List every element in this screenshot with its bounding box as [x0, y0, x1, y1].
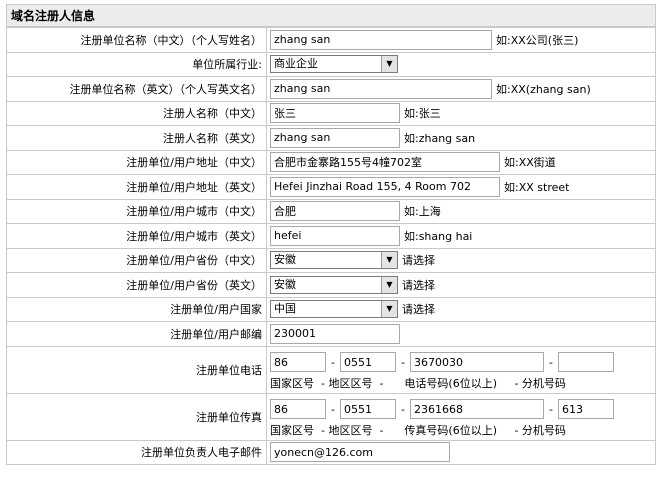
row-addr-cn: 注册单位/用户地址（中文） 如:XX街道: [6, 149, 656, 175]
phone-country-input[interactable]: [270, 352, 326, 372]
label-addr-en: 注册单位/用户地址（英文）: [6, 174, 267, 200]
row-country: 注册单位/用户国家 中国 ▼ 请选择: [6, 296, 656, 322]
prov-cn-select[interactable]: 安徽 ▼: [270, 251, 398, 270]
fax-country-input[interactable]: [270, 399, 326, 419]
row-city-cn: 注册单位/用户城市（中文） 如:上海: [6, 198, 656, 224]
hint-city-en: 如:shang hai: [404, 229, 473, 243]
label-org-cn: 注册单位名称（中文）（个人写姓名）: [6, 27, 267, 53]
hint-name-cn: 如:张三: [404, 107, 441, 121]
name-en-input[interactable]: [270, 127, 400, 148]
fax-ext-input[interactable]: [557, 399, 614, 419]
label-industry: 单位所属行业:: [6, 51, 267, 77]
label-city-en: 注册单位/用户城市（英文）: [6, 223, 267, 249]
prov-en-selected: 安徽: [274, 277, 296, 291]
row-industry: 单位所属行业: 商业企业 ▼: [6, 51, 656, 77]
registrant-form: 域名注册人信息 注册单位名称（中文）（个人写姓名） 如:XX公司(张三) 单位所…: [6, 4, 656, 465]
label-name-cn: 注册人名称（中文）: [6, 100, 267, 126]
name-cn-input[interactable]: [270, 103, 400, 124]
fax-area-input[interactable]: [339, 399, 396, 419]
prov-cn-selected: 安徽: [274, 253, 296, 267]
label-email: 注册单位负责人电子邮件: [6, 439, 267, 465]
zip-input[interactable]: [270, 323, 400, 344]
label-prov-cn: 注册单位/用户省份（中文）: [6, 247, 267, 273]
chevron-down-icon: ▼: [381, 301, 397, 318]
row-city-en: 注册单位/用户城市（英文） 如:shang hai: [6, 223, 656, 249]
section-title: 域名注册人信息: [6, 4, 656, 27]
row-fax: 注册单位传真 - - - 国家区号 - 地区区号 - 传真号码(6位以上) - …: [6, 392, 656, 441]
phone-area-input[interactable]: [339, 352, 396, 372]
label-zip: 注册单位/用户邮编: [6, 321, 267, 347]
city-cn-input[interactable]: [270, 201, 400, 222]
row-org-en: 注册单位名称（英文）（个人写英文名） 如:XX(zhang san): [6, 76, 656, 102]
industry-selected: 商业企业: [274, 57, 318, 71]
row-prov-cn: 注册单位/用户省份（中文） 安徽 ▼ 请选择: [6, 247, 656, 273]
label-org-en: 注册单位名称（英文）（个人写英文名）: [6, 76, 267, 102]
phone-captions: 国家区号 - 地区区号 - 电话号码(6位以上) - 分机号码: [270, 377, 566, 390]
email-input[interactable]: [270, 442, 450, 463]
registrant-table: 注册单位名称（中文）（个人写姓名） 如:XX公司(张三) 单位所属行业: 商业企…: [6, 27, 656, 465]
addr-cn-input[interactable]: [270, 152, 500, 173]
country-selected: 中国: [274, 302, 296, 316]
row-name-en: 注册人名称（英文） 如:zhang san: [6, 125, 656, 151]
label-name-en: 注册人名称（英文）: [6, 125, 267, 151]
label-city-cn: 注册单位/用户城市（中文）: [6, 198, 267, 224]
hint-addr-en: 如:XX street: [504, 180, 570, 194]
row-name-cn: 注册人名称（中文） 如:张三: [6, 100, 656, 126]
phone-number-input[interactable]: [409, 352, 544, 372]
phone-ext-input[interactable]: [557, 352, 614, 372]
org-en-input[interactable]: [270, 78, 492, 99]
country-select[interactable]: 中国 ▼: [270, 300, 398, 319]
chevron-down-icon: ▼: [381, 276, 397, 293]
city-en-input[interactable]: [270, 225, 400, 246]
row-org-cn: 注册单位名称（中文）（个人写姓名） 如:XX公司(张三): [6, 27, 656, 53]
industry-select[interactable]: 商业企业 ▼: [270, 55, 398, 74]
hint-name-en: 如:zhang san: [404, 131, 476, 145]
label-fax: 注册单位传真: [6, 392, 267, 441]
row-zip: 注册单位/用户邮编: [6, 321, 656, 347]
row-addr-en: 注册单位/用户地址（英文） 如:XX street: [6, 174, 656, 200]
hint-org-cn: 如:XX公司(张三): [496, 33, 579, 47]
hint-country: 请选择: [402, 303, 435, 317]
row-phone: 注册单位电话 - - - 国家区号 - 地区区号 - 电话号码(6位以上) - …: [6, 345, 656, 394]
label-prov-en: 注册单位/用户省份（英文）: [6, 272, 267, 298]
label-country: 注册单位/用户国家: [6, 296, 267, 322]
fax-captions: 国家区号 - 地区区号 - 传真号码(6位以上) - 分机号码: [270, 424, 566, 437]
fax-number-input[interactable]: [409, 399, 544, 419]
hint-city-cn: 如:上海: [404, 205, 441, 219]
row-prov-en: 注册单位/用户省份（英文） 安徽 ▼ 请选择: [6, 272, 656, 298]
hint-org-en: 如:XX(zhang san): [496, 82, 591, 96]
chevron-down-icon: ▼: [381, 56, 397, 73]
chevron-down-icon: ▼: [381, 252, 397, 269]
hint-addr-cn: 如:XX街道: [504, 156, 556, 170]
hint-prov-cn: 请选择: [402, 254, 435, 268]
label-phone: 注册单位电话: [6, 345, 267, 394]
org-cn-input[interactable]: [270, 29, 492, 50]
addr-en-input[interactable]: [270, 176, 500, 197]
row-email: 注册单位负责人电子邮件: [6, 439, 656, 465]
hint-prov-en: 请选择: [402, 278, 435, 292]
prov-en-select[interactable]: 安徽 ▼: [270, 275, 398, 294]
label-addr-cn: 注册单位/用户地址（中文）: [6, 149, 267, 175]
